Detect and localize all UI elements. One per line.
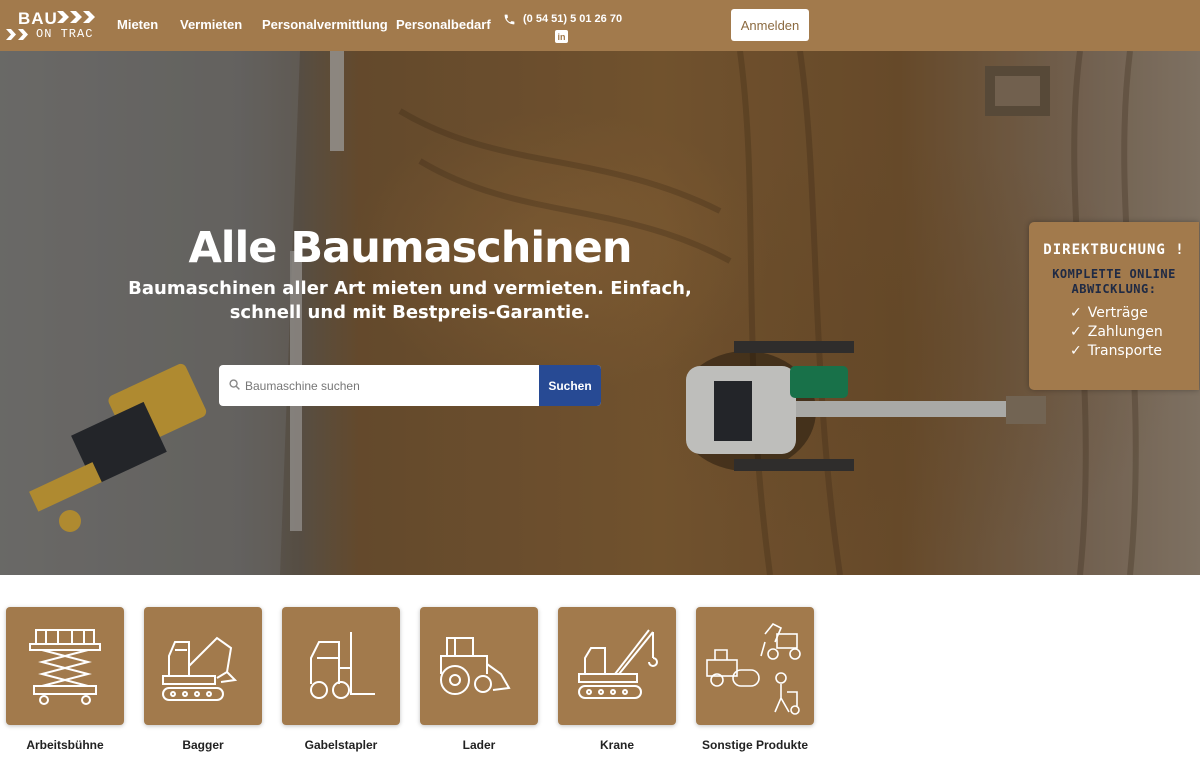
- phone-link[interactable]: (0 54 51) 5 01 26 70: [503, 11, 622, 27]
- misc-machines-icon: [706, 622, 801, 715]
- promo-subheading: KOMPLETTE ONLINE ABWICKLUNG:: [1052, 267, 1176, 296]
- category-tile[interactable]: [420, 607, 538, 725]
- search-button[interactable]: Suchen: [539, 365, 601, 406]
- loader-icon: [440, 637, 511, 695]
- logo-text-bottom: ON TRAC: [36, 27, 94, 41]
- category-label: Sonstige Produkte: [701, 738, 808, 752]
- logo-arrows-top-icon: [57, 11, 95, 23]
- hero-section: Alle Baumaschinen Baumaschinen aller Art…: [0, 51, 1200, 575]
- category-label: Krane: [599, 738, 634, 752]
- logo[interactable]: BAU ON TRAC: [6, 8, 98, 42]
- scissor-lift-icon: [29, 629, 101, 705]
- category-tile[interactable]: [6, 607, 124, 725]
- nav-vermieten[interactable]: Vermieten: [180, 17, 242, 32]
- category-label: Bagger: [182, 738, 224, 752]
- search-icon: [229, 379, 240, 390]
- category-sonstige-produkte[interactable]: Sonstige Produkte: [696, 607, 814, 752]
- forklift-icon: [310, 632, 375, 699]
- top-header: BAU ON TRAC Mieten Vermieten Personalver…: [0, 0, 1200, 51]
- direct-booking-box: DIREKTBUCHUNG ! KOMPLETTE ONLINE ABWICKL…: [1029, 222, 1199, 390]
- category-tile[interactable]: [282, 607, 400, 725]
- linkedin-icon[interactable]: in: [555, 30, 568, 43]
- category-tile[interactable]: [696, 607, 814, 725]
- promo-list: Verträge Zahlungen Transporte: [1029, 304, 1199, 361]
- promo-heading: DIREKTBUCHUNG !: [1043, 242, 1185, 258]
- nav-personalbedarf[interactable]: Personalbedarf: [396, 17, 491, 32]
- crane-icon: [578, 629, 658, 699]
- promo-item-transporte: Transporte: [1070, 342, 1199, 361]
- category-krane[interactable]: Krane: [558, 607, 676, 752]
- hero-title: Alle Baumaschinen: [188, 223, 633, 273]
- nav-personalvermittlung[interactable]: Personalvermittlung: [262, 17, 388, 32]
- excavator-icon: [162, 636, 238, 701]
- category-label: Lader: [462, 738, 496, 752]
- promo-item-zahlungen: Zahlungen: [1070, 323, 1199, 342]
- category-bagger[interactable]: Bagger: [144, 607, 262, 752]
- logo-arrows-bottom-icon: [6, 29, 28, 40]
- category-lader[interactable]: Lader: [420, 607, 538, 752]
- nav-mieten[interactable]: Mieten: [117, 17, 158, 32]
- category-grid: Arbeitsbühne Bagger Gabelstapler Lader K…: [0, 607, 1200, 758]
- login-button[interactable]: Anmelden: [731, 9, 809, 41]
- category-arbeitsbuehne[interactable]: Arbeitsbühne: [6, 607, 124, 752]
- category-label: Gabelstapler: [304, 738, 378, 752]
- search-input[interactable]: [245, 365, 535, 406]
- category-gabelstapler[interactable]: Gabelstapler: [282, 607, 400, 752]
- search-bar: Suchen: [219, 365, 601, 406]
- category-tile[interactable]: [144, 607, 262, 725]
- hero-subtitle: Baumaschinen aller Art mieten und vermie…: [128, 278, 692, 323]
- phone-icon: [504, 14, 515, 24]
- promo-item-vertraege: Verträge: [1070, 304, 1199, 323]
- logo-text-top: BAU: [18, 9, 58, 28]
- phone-number: (0 54 51) 5 01 26 70: [523, 13, 623, 25]
- category-label: Arbeitsbühne: [26, 738, 104, 752]
- category-tile[interactable]: [558, 607, 676, 725]
